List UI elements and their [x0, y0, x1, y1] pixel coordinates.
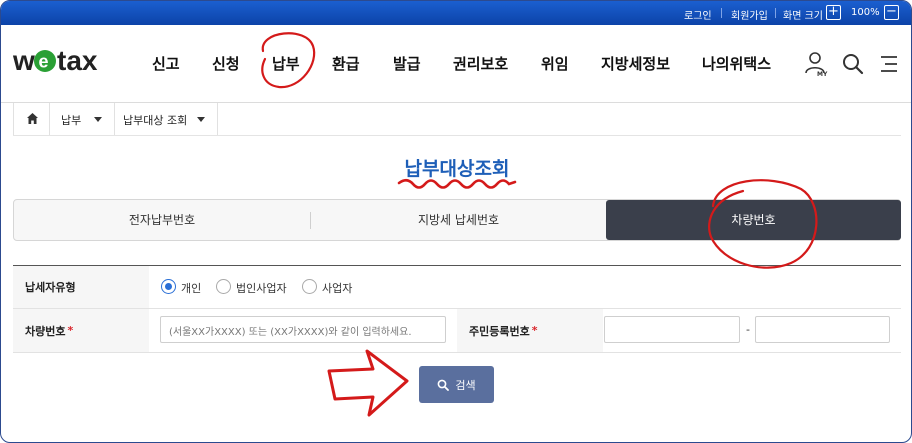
search-icon [437, 379, 450, 391]
rrn-separator: - [746, 323, 750, 336]
svg-text:w: w [13, 45, 35, 76]
required-mark: * [67, 324, 74, 337]
nav-item-rights[interactable]: 권리보호 [453, 53, 508, 74]
nav-item-refund[interactable]: 환급 [332, 53, 360, 74]
radio-corporate-business-label[interactable]: 법인사업자 [236, 280, 287, 296]
menu-icon[interactable] [877, 51, 903, 77]
nav-item-my-wetax[interactable]: 나의위택스 [702, 53, 771, 74]
home-icon [27, 113, 38, 124]
required-mark: * [531, 324, 538, 337]
nav-item-report[interactable]: 신고 [152, 53, 180, 74]
taxpayer-type-label: 납세자유형 [13, 266, 149, 308]
utility-bar: 로그인 회원가입 화면 크기 + 100% − [1, 1, 911, 25]
wetax-logo[interactable]: w e tax [12, 45, 119, 77]
divider [721, 8, 722, 18]
nav-item-apply[interactable]: 신청 [212, 53, 240, 74]
radio-business[interactable] [302, 279, 317, 294]
page-title: 납부대상조회 [404, 158, 510, 180]
rrn-second-input[interactable] [755, 316, 890, 343]
radio-individual[interactable] [161, 279, 176, 294]
vehicle-number-label: 차량번호 * [13, 309, 149, 352]
caret-down-icon [94, 117, 102, 122]
rrn-label-text: 주민등록번호 [469, 324, 530, 338]
form-row-taxpayer-type: 납세자유형 개인 법인사업자 사업자 [13, 266, 901, 309]
tab-electronic-payment-number[interactable]: 전자납부번호 [14, 200, 310, 240]
breadcrumb-level1[interactable]: 납부 [49, 103, 115, 135]
svg-text:tax: tax [57, 45, 98, 76]
divider [775, 8, 776, 18]
tab-vehicle-number[interactable]: 차량번호 [606, 200, 901, 240]
nav-item-issue[interactable]: 발급 [393, 53, 421, 74]
vehicle-number-label-text: 차량번호 [25, 324, 66, 338]
radio-business-label[interactable]: 사업자 [322, 280, 352, 296]
breadcrumb-level2[interactable]: 납부대상 조회 [114, 103, 218, 135]
zoom-value: 100% [851, 7, 880, 18]
login-link[interactable]: 로그인 [684, 7, 712, 22]
breadcrumb: 납부 납부대상 조회 [13, 103, 901, 136]
vehicle-number-input[interactable]: (서울XX가XXXX) 또는 (XX가XXXX)와 같이 입력하세요. [160, 316, 446, 343]
nav-item-delegate[interactable]: 위임 [541, 53, 569, 74]
rrn-label: 주민등록번호 * [457, 309, 603, 352]
rrn-first-input[interactable] [604, 316, 740, 343]
breadcrumb-level2-label: 납부대상 조회 [123, 114, 188, 127]
svg-text:e: e [39, 52, 49, 72]
search-button-label: 검색 [455, 378, 476, 392]
radio-individual-label[interactable]: 개인 [181, 280, 201, 296]
search-icon[interactable] [840, 51, 866, 77]
radio-corporate-business[interactable] [216, 279, 231, 294]
zoom-label: 화면 크기 [783, 11, 823, 22]
breadcrumb-home[interactable] [13, 103, 50, 135]
my-badge: MY [817, 71, 828, 77]
search-type-tabs: 전자납부번호 지방세 납세번호 차량번호 [13, 199, 901, 241]
tab-local-tax-number[interactable]: 지방세 납세번호 [311, 200, 606, 240]
zoom-out-button[interactable]: − [884, 5, 899, 20]
nav-item-local-tax-info[interactable]: 지방세정보 [601, 53, 670, 74]
search-button[interactable]: 검색 [419, 366, 494, 403]
breadcrumb-level1-label: 납부 [61, 114, 82, 127]
signup-link[interactable]: 회원가입 [731, 7, 768, 22]
form-row-vehicle: 차량번호 * (서울XX가XXXX) 또는 (XX가XXXX)와 같이 입력하세요… [13, 309, 901, 353]
nav-item-payment[interactable]: 납부 [272, 53, 300, 74]
caret-down-icon [197, 117, 205, 122]
user-icon[interactable]: MY [804, 51, 830, 78]
browser-frame: 로그인 회원가입 화면 크기 + 100% − w e tax 신고 신청 납부… [0, 0, 912, 443]
zoom-in-button[interactable]: + [826, 5, 841, 20]
